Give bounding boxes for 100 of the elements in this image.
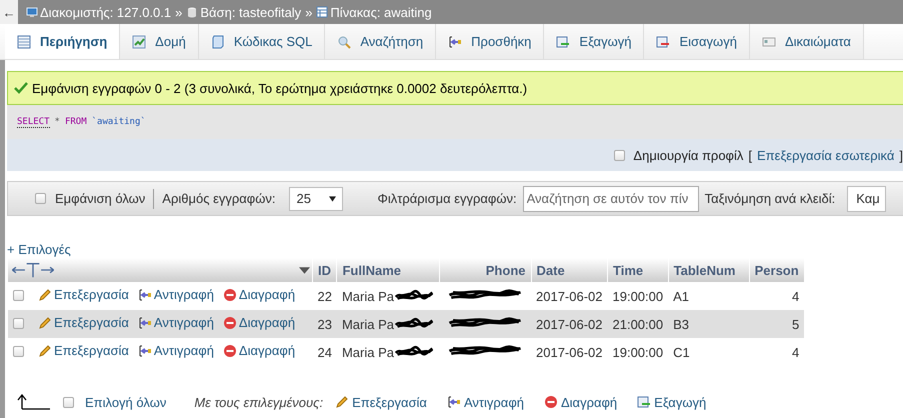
table-cell: Maria Pa [342, 316, 394, 332]
row-checkbox[interactable] [13, 318, 24, 328]
with-selected-label: Με τους επιλεγμένους: [194, 394, 324, 410]
rows-dropdown[interactable]: 25 [289, 186, 344, 210]
row-checkbox[interactable] [13, 290, 24, 300]
bracket: [ [748, 148, 752, 162]
row-action-link[interactable]: Αντιγραφή [138, 287, 214, 302]
tab[interactable]: Δομή [120, 24, 199, 59]
column-resize-icon[interactable] [10, 261, 56, 279]
row-checkbox[interactable] [13, 346, 24, 356]
row-action-link[interactable]: Αντιγραφή [138, 315, 214, 330]
select-all-checkbox[interactable] [63, 396, 74, 408]
edit-inline-link[interactable]: Επεξεργασία εσωτερικά [757, 148, 894, 162]
back-button[interactable]: ← [0, 0, 18, 24]
bulk-action-button[interactable]: Αντιγραφή [446, 394, 524, 410]
row-action-link[interactable]: Αντιγραφή [138, 343, 214, 358]
message-text: Εμφάνιση εγγραφών 0 - 2 (3 συνολικά, Το ερώτημα χρειάστηκε 0.0002 δευτερόλεπτα.) [32, 80, 528, 96]
table-cell: 19:00:00 [608, 338, 668, 366]
table-cell: Maria Pa [342, 288, 394, 304]
card-icon [762, 34, 776, 48]
tab[interactable]: Εισαγωγή [644, 24, 750, 59]
pencil-icon [38, 288, 52, 302]
import-icon [656, 34, 670, 48]
filter-label: Φιλτράρισμα εγγραφών: [377, 191, 517, 206]
table-cell: B3 [668, 310, 750, 338]
table-cell: 23 [312, 310, 337, 338]
table-cell: 4 [749, 282, 804, 310]
breadcrumb-link[interactable]: Βάση: tasteofitaly [200, 4, 302, 20]
tab[interactable]: Περιήγηση [5, 24, 120, 59]
sql-token: `awaiting` [92, 117, 146, 127]
breadcrumb-link[interactable]: Πίνακας: awaiting [330, 4, 432, 20]
show-all-label: Εμφάνιση όλων [55, 191, 146, 206]
breadcrumb-separator: » [305, 4, 312, 20]
filter-field[interactable]: Αναζήτηση σε αυτόν τον πίν [522, 186, 699, 212]
breadcrumb-separator: » [175, 4, 182, 20]
profiling-checkbox[interactable] [614, 150, 626, 160]
tab[interactable]: Αναζήτηση [325, 24, 436, 59]
profiling-label: Δημιουργία προφίλ [633, 148, 744, 162]
monitor-icon [26, 6, 38, 18]
bracket: ] [899, 148, 903, 162]
table-icon [17, 34, 31, 48]
table-cell: 21:00:00 [608, 310, 668, 338]
column-header[interactable]: ID [312, 258, 337, 282]
export-icon [556, 34, 570, 48]
delete-icon [222, 316, 237, 330]
export-icon [637, 395, 652, 409]
options-link[interactable]: + Επιλογές [7, 242, 71, 258]
checkmark-icon [14, 82, 28, 94]
sql-token[interactable]: FROM [64, 117, 87, 127]
sort-label: Ταξινόμηση ανά κλειδί: [704, 191, 836, 206]
row-action-link[interactable]: Διαγραφή [222, 315, 296, 330]
column-header[interactable]: FullName [336, 258, 439, 282]
row-action-link[interactable]: Επεξεργασία [38, 343, 129, 358]
insert-icon [448, 34, 462, 48]
table-cell: 5 [749, 310, 804, 338]
tab[interactable]: Κώδικας SQL [198, 24, 326, 59]
column-header[interactable]: Date [531, 258, 608, 282]
row-action-link[interactable]: Επεξεργασία [38, 287, 129, 302]
pencil-icon [335, 395, 350, 409]
dropdown-arrow-icon [329, 196, 336, 202]
sql-token: * [54, 117, 60, 127]
breadcrumb-link[interactable]: Διακομιστής: 127.0.0.1 [40, 4, 172, 20]
tab[interactable]: Εξαγωγή [544, 24, 644, 59]
column-header[interactable]: Time [608, 258, 668, 282]
bulk-action-button[interactable]: Επεξεργασία [335, 394, 427, 410]
sort-arrow-icon[interactable] [299, 266, 310, 274]
column-header[interactable]: Phone [439, 258, 531, 282]
row-action-link[interactable]: Διαγραφή [222, 343, 296, 358]
delete-icon [222, 344, 237, 358]
delete-icon [222, 288, 237, 302]
table-cell: 22 [312, 282, 337, 310]
column-header[interactable]: TableNum [668, 258, 750, 282]
table-cell: Maria Pa [342, 344, 394, 360]
sort-dropdown[interactable]: Καμ [847, 186, 886, 212]
table-cell: 24 [312, 338, 337, 366]
table-cell: 4 [749, 338, 804, 366]
tab[interactable]: Προσθήκη [436, 24, 544, 59]
corner-arrow-icon [17, 394, 51, 410]
bulk-action-button[interactable]: Εξαγωγή [637, 394, 706, 410]
insert-icon [138, 344, 152, 358]
row-action-link[interactable]: Διαγραφή [222, 287, 296, 302]
column-header[interactable]: Person [749, 258, 804, 282]
row-action-link[interactable]: Επεξεργασία [38, 315, 129, 330]
insert-icon [446, 395, 461, 409]
select-all-link[interactable]: Επιλογή όλων [85, 394, 166, 410]
show-all-checkbox[interactable] [35, 193, 46, 204]
delete-icon [544, 395, 558, 409]
search-icon [337, 34, 352, 48]
sql-token[interactable]: SELECT [17, 116, 50, 128]
tab[interactable]: Δικαιώματα [750, 24, 864, 59]
chart-icon [132, 34, 146, 48]
pencil-icon [38, 344, 52, 358]
table-cell: 2017-06-02 [531, 310, 608, 338]
table-cell: C1 [668, 338, 750, 366]
table-cell: 2017-06-02 [531, 338, 608, 366]
table-cell: 2017-06-02 [531, 282, 608, 310]
table-icon [316, 6, 328, 18]
database-icon [186, 6, 198, 18]
bulk-action-button[interactable]: Διαγραφή [544, 394, 618, 410]
table-cell: 19:00:00 [608, 282, 668, 310]
